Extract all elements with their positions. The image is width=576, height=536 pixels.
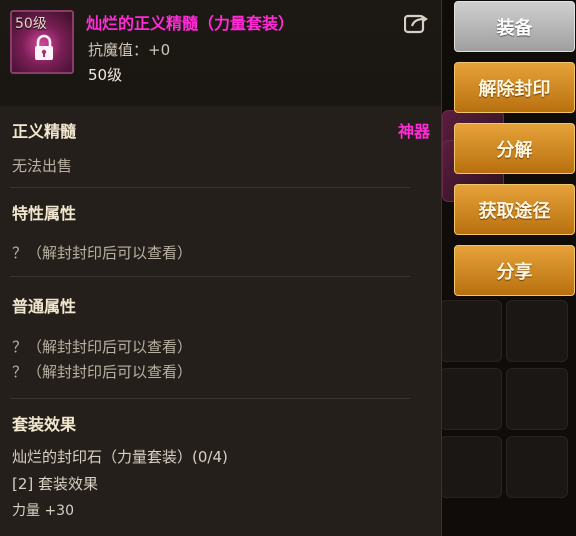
resist-value: 抗魔值：+0: [88, 41, 171, 59]
disassemble-button[interactable]: 分解: [454, 123, 575, 174]
equip-button[interactable]: 装备: [454, 1, 575, 52]
inventory-slot: [440, 368, 502, 430]
item-icon: 50级: [10, 10, 74, 74]
divider: [10, 276, 410, 277]
share-button[interactable]: 分享: [454, 245, 575, 296]
divider: [10, 187, 410, 188]
special-attributes-text: ？（解封封印后可以查看）: [12, 244, 193, 262]
inventory-slot: [440, 436, 502, 498]
inventory-slot: [506, 300, 568, 362]
lock-icon: [35, 34, 53, 60]
divider: [10, 398, 410, 399]
share-icon[interactable]: [404, 12, 430, 34]
item-icon-level: 50级: [15, 16, 47, 32]
inventory-slot: [506, 436, 568, 498]
set-effect-title: 套装效果: [12, 415, 77, 434]
inventory-slot: [440, 300, 502, 362]
special-attributes-title: 特性属性: [12, 204, 77, 223]
unseal-button[interactable]: 解除封印: [454, 62, 575, 113]
item-header: 50级 灿烂的正义精髓（力量套装） 抗魔值：+0 50级: [0, 0, 441, 106]
item-tooltip-panel: 50级 灿烂的正义精髓（力量套装） 抗魔值：+0 50级 正义精髓 神器 无法出…: [0, 0, 442, 536]
sell-status: 无法出售: [12, 157, 73, 175]
item-title: 灿烂的正义精髓（力量套装）: [86, 14, 295, 33]
item-grade: 神器: [398, 122, 431, 141]
item-type-label: 正义精髓: [12, 122, 77, 141]
item-level: 50级: [88, 66, 123, 84]
normal-attribute-line: ？（解封封印后可以查看）: [12, 338, 193, 356]
set-effect-line: [2] 套装效果: [12, 475, 99, 493]
normal-attributes-title: 普通属性: [12, 297, 77, 316]
inventory-slot: [506, 368, 568, 430]
set-bonus: 力量 +30: [12, 503, 74, 519]
set-name: 灿烂的封印石（力量套装）(0/4): [12, 448, 228, 466]
normal-attribute-line: ？（解封封印后可以查看）: [12, 363, 193, 381]
obtain-route-button[interactable]: 获取途径: [454, 184, 575, 235]
